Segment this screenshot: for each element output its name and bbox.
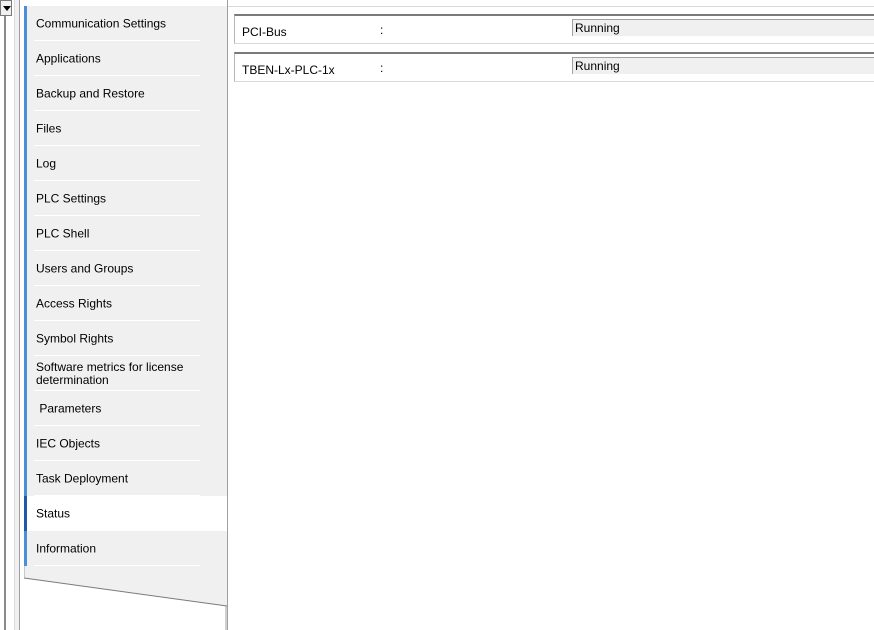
nav-item-label: Symbol Rights [36, 331, 114, 345]
nav-item-label: Backup and Restore [36, 86, 145, 100]
nav-item-parameters[interactable]: Parameters [24, 391, 200, 426]
status-value-field: Running [572, 57, 874, 74]
status-row-name: TBEN-Lx-PLC-1x [242, 63, 335, 77]
nav-item-iec-objects[interactable]: IEC Objects [24, 426, 200, 461]
tree-dropdown-button[interactable] [0, 0, 12, 16]
nav-item-label: Log [36, 156, 57, 170]
tree-scroll-line [4, 16, 6, 630]
status-row-separator: : [380, 23, 384, 37]
content-top-border [228, 6, 874, 7]
nav-item-label: Information [36, 541, 97, 555]
editor-navigation: Communication Settings Applications Back… [20, 0, 227, 630]
nav-item-label: PLC Shell [36, 226, 90, 240]
status-row-pci-bus: PCI-Bus : Running [234, 14, 874, 44]
nav-item-label: Parameters [36, 401, 102, 415]
nav-item-plc-settings[interactable]: PLC Settings [24, 181, 200, 216]
nav-item-label: Access Rights [36, 296, 113, 310]
nav-item-files[interactable]: Files [24, 111, 200, 146]
nav-item-access-rights[interactable]: Access Rights [24, 286, 200, 321]
nav-item-communication-settings[interactable]: Communication Settings [24, 6, 200, 41]
nav-item-software-metrics[interactable]: Software metrics for license determinati… [24, 356, 200, 391]
nav-item-applications[interactable]: Applications [24, 41, 200, 76]
status-value: Running [575, 59, 620, 73]
device-tree-collapsed [0, 0, 14, 630]
nav-item-label: Users and Groups [36, 261, 134, 275]
nav-item-label: Applications [36, 51, 101, 65]
nav-item-symbol-rights[interactable]: Symbol Rights [24, 321, 200, 356]
status-row-name: PCI-Bus [242, 25, 287, 39]
nav-item-label: Communication Settings [36, 16, 167, 30]
status-page: PCI-Bus : Running TBEN-Lx-PLC-1x : Runni… [227, 0, 874, 630]
nav-item-label: Status [36, 506, 71, 520]
nav-item-plc-shell[interactable]: PLC Shell [24, 216, 200, 251]
nav-item-backup-and-restore[interactable]: Backup and Restore [24, 76, 200, 111]
nav-item-log[interactable]: Log [24, 146, 200, 181]
device-editor: Communication Settings Applications Back… [0, 0, 874, 630]
nav-item-label: IEC Objects [36, 436, 101, 450]
nav-item-task-deployment[interactable]: Task Deployment [24, 461, 200, 496]
status-value-field: Running [572, 19, 874, 36]
nav-item-label: Task Deployment [36, 471, 129, 485]
navigation-tail [24, 566, 227, 630]
nav-item-label: PLC Settings [36, 191, 107, 205]
status-row-separator: : [380, 61, 384, 75]
nav-item-information[interactable]: Information [24, 531, 200, 566]
nav-item-label: Files [36, 121, 62, 135]
nav-item-users-and-groups[interactable]: Users and Groups [24, 251, 200, 286]
nav-item-label: Software metrics for license determinati… [36, 359, 184, 387]
status-row-tben: TBEN-Lx-PLC-1x : Running [234, 52, 874, 82]
chevron-down-icon [3, 6, 11, 11]
nav-item-status[interactable]: Status [24, 496, 227, 531]
status-value: Running [575, 21, 620, 35]
